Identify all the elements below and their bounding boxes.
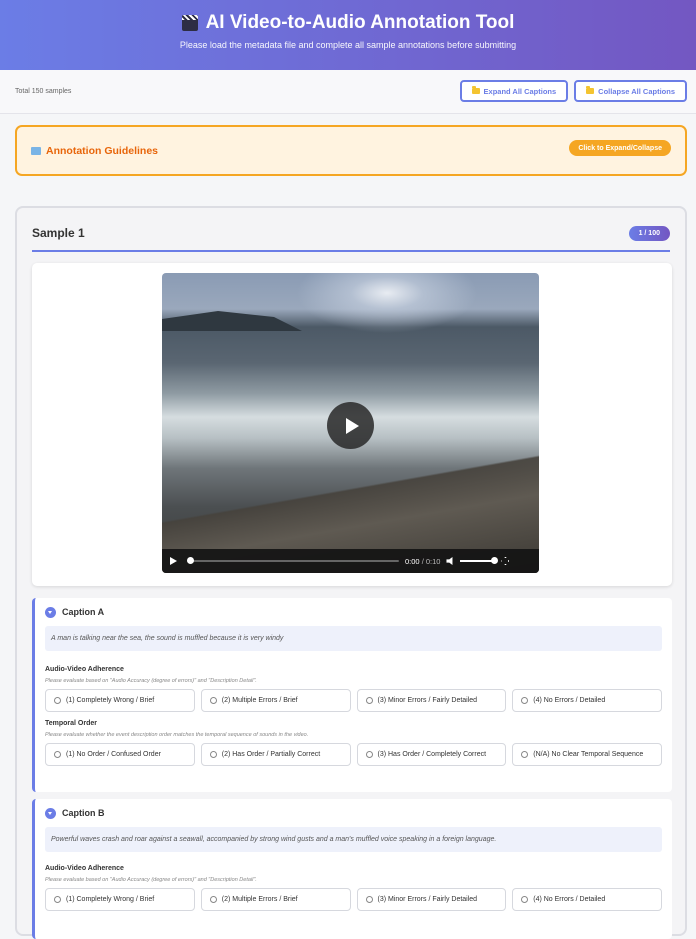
caption-b-block: Caption B Powerful waves crash and roar …: [32, 799, 672, 939]
radio-icon[interactable]: [209, 896, 217, 903]
radio-icon[interactable]: [54, 697, 61, 704]
radio-icon[interactable]: [521, 697, 529, 704]
radio-option[interactable]: (3) Minor Errors / Fairly Detailed: [356, 888, 507, 911]
radio-icon[interactable]: [209, 751, 217, 758]
app-subtitle: Please load the metadata file and comple…: [179, 40, 517, 50]
collapse-all-button[interactable]: Collapse All Captions: [574, 80, 687, 102]
caption-a-header[interactable]: Caption A: [45, 598, 662, 626]
radio-icon[interactable]: [365, 697, 373, 704]
folder-icon: [586, 86, 595, 94]
sample-title: Sample 1: [32, 226, 85, 240]
play-icon[interactable]: [170, 557, 177, 565]
video-container: 0:00 / 0:10: [32, 263, 672, 586]
app-title: AI Video-to-Audio Annotation Tool: [205, 12, 515, 33]
adherence-desc: Please evaluate based on "Audio Accuracy…: [45, 877, 257, 883]
option-label: (1) Completely Wrong / Brief: [66, 697, 155, 704]
option-label: (4) No Errors / Detailed: [533, 896, 606, 903]
caption-a-text: A man is talking near the sea, the sound…: [45, 626, 662, 651]
volume-slider[interactable]: [460, 557, 499, 564]
caption-b-text: Powerful waves crash and roar against a …: [45, 827, 662, 852]
radio-option[interactable]: (2) Multiple Errors / Brief: [200, 888, 351, 911]
radio-option[interactable]: (4) No Errors / Detailed: [512, 689, 662, 712]
duration: / 0:10: [421, 556, 441, 566]
radio-option[interactable]: (3) Minor Errors / Fairly Detailed: [356, 689, 507, 712]
temporal-desc: Please evaluate whether the event descri…: [45, 732, 309, 738]
radio-option[interactable]: (2) Multiple Errors / Brief: [200, 689, 351, 712]
time-display: 0:00 / 0:10: [405, 557, 440, 566]
guidelines-title-row: Annotation Guidelines: [31, 145, 158, 157]
caption-a-label: Caption A: [62, 607, 105, 617]
book-icon: [31, 146, 41, 155]
adherence-desc: Please evaluate based on "Audio Accuracy…: [45, 678, 257, 684]
video-player[interactable]: 0:00 / 0:10: [162, 273, 539, 573]
option-label: (3) Minor Errors / Fairly Detailed: [377, 896, 478, 903]
sample-card: Sample 1 1 / 100 0:00 / 0:10 Caption A A…: [15, 206, 687, 939]
guidelines-toggle-button[interactable]: Click to Expand/Collapse: [569, 140, 671, 156]
option-label: (2) Multiple Errors / Brief: [221, 896, 298, 903]
chevron-down-icon[interactable]: [45, 606, 56, 618]
option-label: (1) Completely Wrong / Brief: [66, 896, 155, 903]
radio-icon[interactable]: [209, 697, 217, 704]
chevron-down-icon[interactable]: [45, 807, 56, 819]
video-frame-land: [162, 311, 302, 331]
caption-a-block: Caption A A man is talking near the sea,…: [32, 598, 672, 792]
expand-all-label: Expand All Captions: [483, 86, 557, 96]
option-label: (4) No Errors / Detailed: [533, 697, 606, 704]
fullscreen-icon[interactable]: [501, 557, 510, 565]
app-title-row: AI Video-to-Audio Annotation Tool: [0, 12, 696, 34]
caption-b-label: Caption B: [62, 808, 105, 818]
adherence-title: Audio-Video Adherence: [45, 666, 124, 673]
radio-option[interactable]: (2) Has Order / Partially Correct: [200, 743, 351, 766]
radio-icon[interactable]: [54, 751, 61, 758]
option-label: (2) Has Order / Partially Correct: [221, 751, 321, 758]
radio-option[interactable]: (1) No Order / Confused Order: [45, 743, 195, 766]
radio-option[interactable]: (N/A) No Clear Temporal Sequence: [512, 743, 662, 766]
total-samples-label: Total 150 samples: [15, 88, 72, 95]
guidelines-title: Annotation Guidelines: [46, 144, 158, 157]
radio-icon[interactable]: [521, 751, 529, 758]
clapperboard-icon: [181, 15, 198, 31]
volume-icon[interactable]: [446, 557, 453, 565]
progress-knob[interactable]: [187, 557, 194, 564]
adherence-options: (1) Completely Wrong / Brief (2) Multipl…: [45, 689, 662, 712]
adherence-title: Audio-Video Adherence: [45, 865, 124, 872]
radio-icon[interactable]: [54, 896, 61, 903]
sample-progress-badge: 1 / 100: [628, 226, 670, 241]
temporal-title: Temporal Order: [45, 720, 97, 727]
caption-b-header[interactable]: Caption B: [45, 799, 662, 827]
option-label: (3) Minor Errors / Fairly Detailed: [377, 697, 478, 704]
radio-icon[interactable]: [365, 751, 373, 758]
radio-option[interactable]: (1) Completely Wrong / Brief: [45, 689, 195, 712]
sample-header: Sample 1 1 / 100: [32, 224, 670, 252]
radio-icon[interactable]: [365, 896, 373, 903]
current-time: 0:00: [405, 556, 420, 566]
volume-knob[interactable]: [491, 557, 499, 564]
play-overlay-icon[interactable]: [327, 402, 374, 449]
guidelines-panel[interactable]: Annotation Guidelines Click to Expand/Co…: [15, 125, 687, 176]
option-label: (2) Multiple Errors / Brief: [221, 697, 298, 704]
radio-option[interactable]: (3) Has Order / Completely Correct: [356, 743, 507, 766]
toolbar-buttons: Expand All Captions Collapse All Caption…: [459, 80, 687, 102]
temporal-options: (1) No Order / Confused Order (2) Has Or…: [45, 743, 662, 766]
adherence-options: (1) Completely Wrong / Brief (2) Multipl…: [45, 888, 662, 911]
folder-icon: [471, 86, 480, 94]
radio-option[interactable]: (4) No Errors / Detailed: [512, 888, 662, 911]
option-label: (3) Has Order / Completely Correct: [377, 751, 487, 758]
app-header: AI Video-to-Audio Annotation Tool Please…: [0, 0, 696, 70]
collapse-all-label: Collapse All Captions: [598, 86, 675, 96]
radio-option[interactable]: (1) Completely Wrong / Brief: [45, 888, 195, 911]
expand-all-button[interactable]: Expand All Captions: [459, 80, 569, 102]
video-controls: 0:00 / 0:10: [162, 549, 539, 573]
radio-icon[interactable]: [521, 896, 529, 903]
option-label: (N/A) No Clear Temporal Sequence: [533, 751, 644, 758]
progress-slider[interactable]: [187, 557, 399, 564]
toolbar: Total 150 samples Expand All Captions Co…: [0, 70, 696, 114]
option-label: (1) No Order / Confused Order: [66, 751, 161, 758]
